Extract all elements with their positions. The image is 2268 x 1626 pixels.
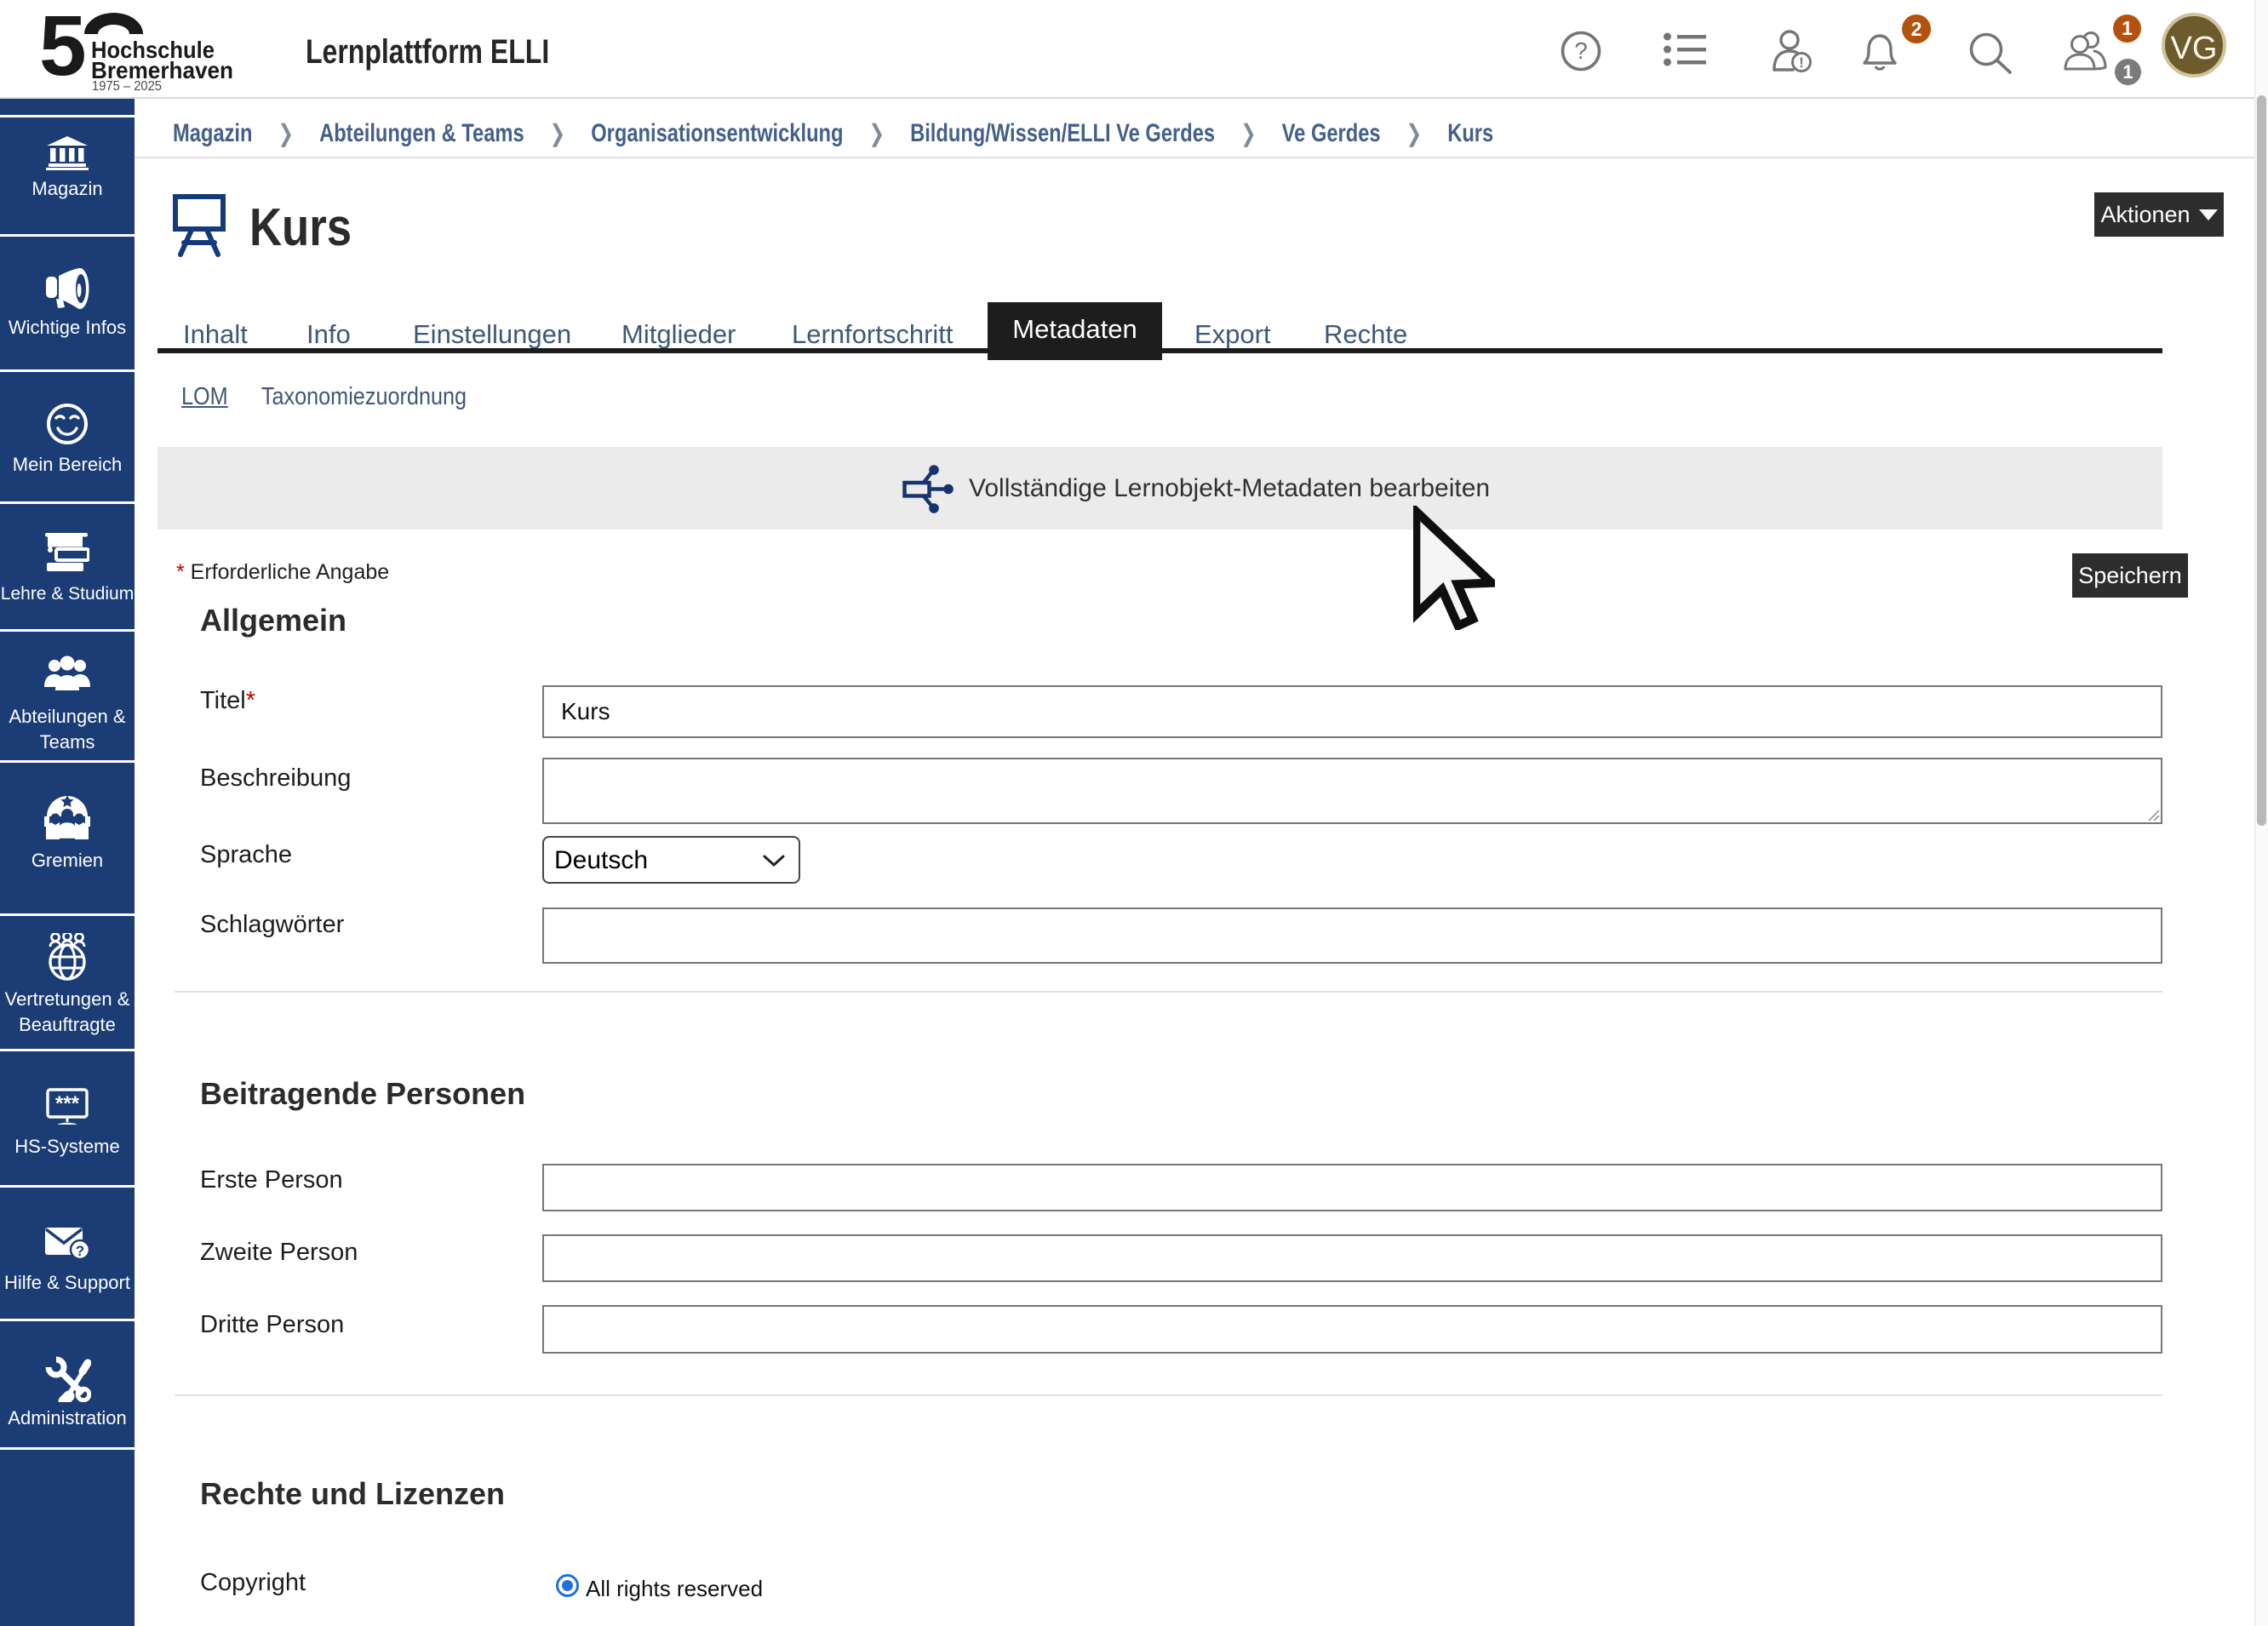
svg-text:!: !: [1799, 54, 1804, 71]
svg-text:1975 – 2025: 1975 – 2025: [92, 79, 162, 94]
svg-text:***: ***: [55, 1092, 80, 1115]
svg-text:?: ?: [1574, 37, 1588, 64]
svg-text:5: 5: [42, 11, 87, 94]
svg-text:?: ?: [76, 1243, 84, 1259]
